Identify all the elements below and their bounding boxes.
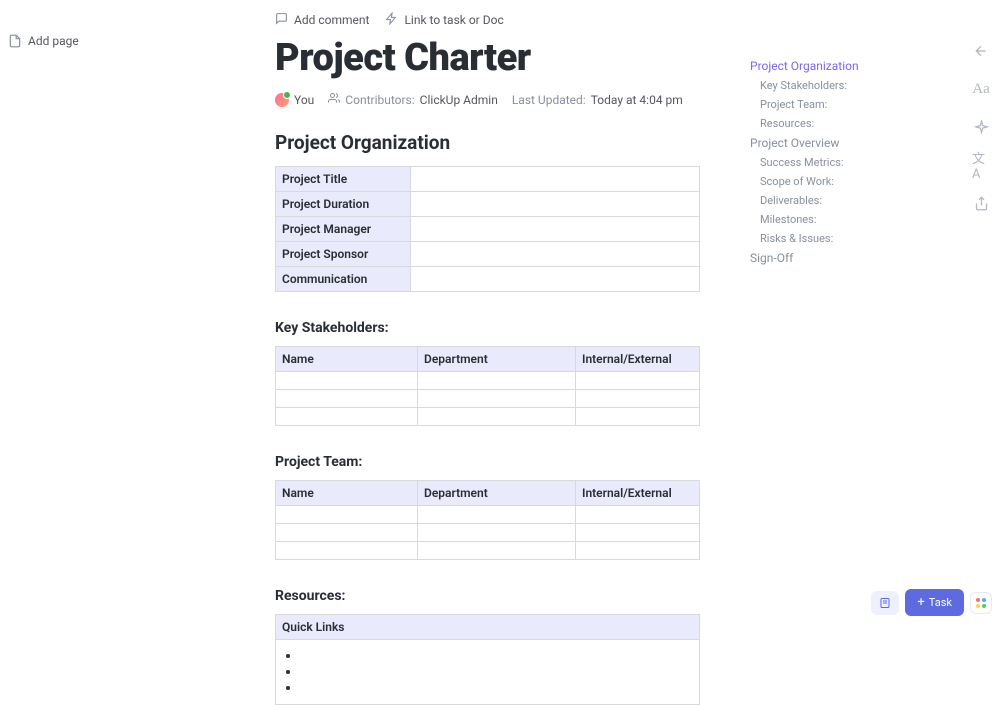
people-icon [328,92,340,107]
author-label: You [294,93,314,107]
table-cell[interactable] [418,506,576,524]
table-cell[interactable] [576,542,700,560]
org-row-title[interactable]: Project Title [276,167,411,192]
document-title[interactable]: Project Charter [275,36,700,80]
contributors[interactable]: Contributors: ClickUp Admin [328,92,498,107]
apps-chip[interactable] [970,592,992,614]
table-cell[interactable] [418,542,576,560]
table-cell[interactable] [576,390,700,408]
contributors-value: ClickUp Admin [420,93,498,107]
outline-sign-off[interactable]: Sign-Off [750,248,930,268]
col-internal-external: Internal/External [576,347,700,372]
comment-icon [275,12,288,28]
col-department: Department [418,347,576,372]
table-cell[interactable] [418,524,576,542]
org-cell[interactable] [411,267,700,292]
col-internal-external: Internal/External [576,481,700,506]
org-row-manager[interactable]: Project Manager [276,217,411,242]
col-name: Name [276,347,418,372]
table-cell[interactable] [418,390,576,408]
avatar [275,93,289,107]
share-icon[interactable] [972,194,990,212]
add-page-button[interactable]: Add page [28,34,79,48]
table-cell[interactable] [418,408,576,426]
list-item[interactable] [300,648,679,664]
notepad-chip[interactable] [871,591,899,615]
table-cell[interactable] [276,372,418,390]
outline-deliverables[interactable]: Deliverables: [750,191,930,210]
table-cell[interactable] [276,408,418,426]
outline-milestones[interactable]: Milestones: [750,210,930,229]
table-cell[interactable] [418,372,576,390]
org-cell[interactable] [411,242,700,267]
quick-links-header: Quick Links [276,615,699,640]
collapse-icon[interactable] [972,42,990,60]
table-cell[interactable] [276,542,418,560]
org-row-communication[interactable]: Communication [276,267,411,292]
task-chip[interactable]: + Task [905,589,964,616]
org-cell[interactable] [411,217,700,242]
last-updated-value: Today at 4:04 pm [591,93,683,107]
task-chip-label: Task [929,596,952,609]
last-updated: Last Updated: Today at 4:04 pm [512,93,683,107]
document-outline: Project Organization Key Stakeholders: P… [750,56,930,268]
org-row-sponsor[interactable]: Project Sponsor [276,242,411,267]
outline-risks-issues[interactable]: Risks & Issues: [750,229,930,248]
translate-icon[interactable]: 文A [972,156,990,174]
link-icon [385,12,398,28]
sparkle-icon[interactable] [972,118,990,136]
table-cell[interactable] [276,506,418,524]
project-team-table[interactable]: Name Department Internal/External [275,480,700,560]
outline-success-metrics[interactable]: Success Metrics: [750,153,930,172]
outline-project-organization[interactable]: Project Organization [750,56,930,76]
col-department: Department [418,481,576,506]
link-to-task-button[interactable]: Link to task or Doc [385,12,503,28]
typography-icon[interactable]: Aa [972,80,990,98]
add-comment-label: Add comment [294,13,369,27]
col-name: Name [276,481,418,506]
outline-project-overview[interactable]: Project Overview [750,133,930,153]
section-key-stakeholders[interactable]: Key Stakeholders: [275,320,700,336]
stakeholders-table[interactable]: Name Department Internal/External [275,346,700,426]
link-to-task-label: Link to task or Doc [404,13,503,27]
quick-links-table[interactable]: Quick Links [275,614,700,705]
contributors-label: Contributors: [345,93,414,107]
last-updated-label: Last Updated: [512,93,586,107]
page-icon [8,34,22,48]
section-project-organization[interactable]: Project Organization [275,131,700,154]
section-resources[interactable]: Resources: [275,588,700,604]
author-you[interactable]: You [275,93,314,107]
table-cell[interactable] [276,524,418,542]
table-cell[interactable] [576,506,700,524]
list-item[interactable] [300,680,679,696]
list-item[interactable] [300,664,679,680]
table-cell[interactable] [276,390,418,408]
table-cell[interactable] [576,408,700,426]
outline-scope-of-work[interactable]: Scope of Work: [750,172,930,191]
project-org-table[interactable]: Project Title Project Duration Project M… [275,166,700,292]
org-cell[interactable] [411,192,700,217]
outline-key-stakeholders[interactable]: Key Stakeholders: [750,76,930,95]
table-cell[interactable] [576,372,700,390]
outline-resources[interactable]: Resources: [750,114,930,133]
table-cell[interactable] [576,524,700,542]
section-project-team[interactable]: Project Team: [275,454,700,470]
outline-project-team[interactable]: Project Team: [750,95,930,114]
org-cell[interactable] [411,167,700,192]
org-row-duration[interactable]: Project Duration [276,192,411,217]
add-comment-button[interactable]: Add comment [275,12,369,28]
